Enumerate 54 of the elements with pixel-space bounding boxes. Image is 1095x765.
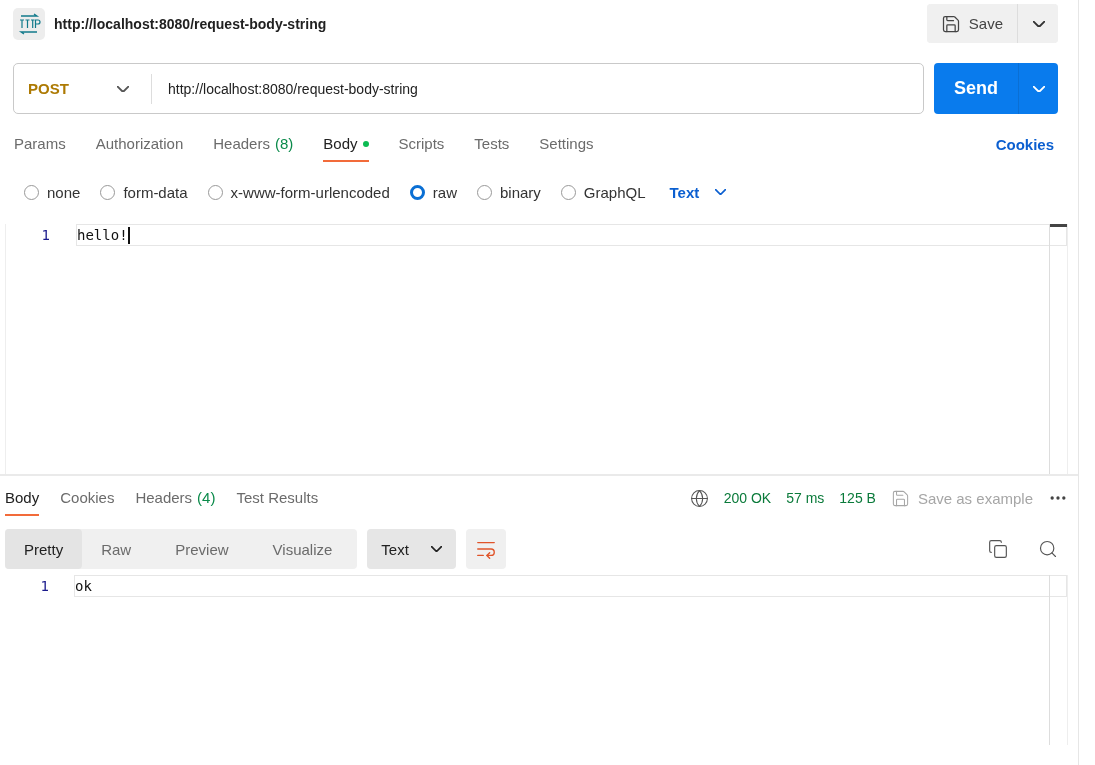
body-type-option[interactable]: x-www-form-urlencoded bbox=[207, 183, 390, 201]
body-type-option[interactable]: GraphQL bbox=[560, 183, 646, 201]
save-button[interactable]: Save bbox=[926, 4, 1018, 43]
response-time: 57 ms bbox=[786, 490, 825, 506]
search-button[interactable] bbox=[1038, 539, 1058, 559]
status-code: 200 OK bbox=[723, 490, 772, 506]
chevron-down-icon bbox=[1032, 20, 1045, 27]
tab-count: (8) bbox=[274, 135, 294, 152]
response-size: 125 B bbox=[839, 490, 876, 506]
line-number: 1 bbox=[39, 578, 49, 594]
url-input[interactable]: http://localhost:8080/request-body-string bbox=[152, 80, 923, 97]
cookies-link[interactable]: Cookies bbox=[995, 136, 1054, 161]
response-tab[interactable]: Cookies bbox=[60, 488, 115, 516]
request-title: http://localhost:8080/request-body-string bbox=[54, 15, 327, 32]
send-options-button[interactable] bbox=[1018, 63, 1058, 114]
format-dropdown[interactable]: Text bbox=[665, 183, 731, 201]
body-type-option[interactable]: binary bbox=[476, 183, 541, 201]
response-format-dropdown[interactable]: Text bbox=[367, 529, 456, 569]
request-tab[interactable]: Authorization bbox=[95, 135, 184, 162]
response-tab[interactable]: Body bbox=[5, 488, 40, 516]
body-type-option[interactable]: raw bbox=[409, 183, 457, 201]
send-button[interactable]: Send bbox=[934, 63, 1018, 114]
request-tab[interactable]: Body bbox=[323, 135, 369, 162]
method-dropdown[interactable]: POST bbox=[14, 73, 152, 104]
url-bar[interactable]: POST http://localhost:8080/request-body-string bbox=[13, 63, 924, 114]
line-number: 1 bbox=[40, 227, 50, 243]
view-mode-tab[interactable]: Visualize bbox=[253, 529, 352, 569]
view-mode-tab[interactable]: Preview bbox=[156, 529, 248, 569]
code-text: ok bbox=[75, 578, 92, 594]
code-text: hello! bbox=[77, 227, 128, 243]
globe-icon[interactable] bbox=[689, 488, 709, 508]
request-tab[interactable]: Headers (8) bbox=[213, 135, 294, 162]
radio-button[interactable] bbox=[409, 184, 425, 200]
view-mode-tab[interactable]: Raw bbox=[82, 529, 151, 569]
wrap-lines-button[interactable] bbox=[465, 529, 506, 569]
view-mode-tab[interactable]: Pretty bbox=[5, 529, 83, 569]
chevron-down-icon bbox=[430, 546, 442, 552]
chevron-down-icon bbox=[715, 189, 727, 195]
search-icon bbox=[1038, 539, 1058, 559]
text-cursor bbox=[127, 226, 130, 244]
response-tab[interactable]: Test Results bbox=[236, 488, 319, 516]
copy-icon bbox=[988, 539, 1008, 559]
request-tab[interactable]: Settings bbox=[539, 135, 594, 162]
request-tab[interactable]: Scripts bbox=[398, 135, 445, 162]
request-tab[interactable]: Params bbox=[14, 135, 66, 162]
response-tab[interactable]: Headers (4) bbox=[135, 488, 216, 516]
body-type-option[interactable]: form-data bbox=[100, 183, 188, 201]
scrollbar[interactable] bbox=[1049, 224, 1067, 474]
tab-count: (4) bbox=[197, 488, 216, 506]
body-type-option[interactable]: none bbox=[24, 183, 81, 201]
request-tab[interactable]: Tests bbox=[474, 135, 510, 162]
chevron-down-icon bbox=[1032, 85, 1045, 92]
copy-button[interactable] bbox=[988, 539, 1008, 559]
chevron-down-icon bbox=[117, 85, 129, 92]
